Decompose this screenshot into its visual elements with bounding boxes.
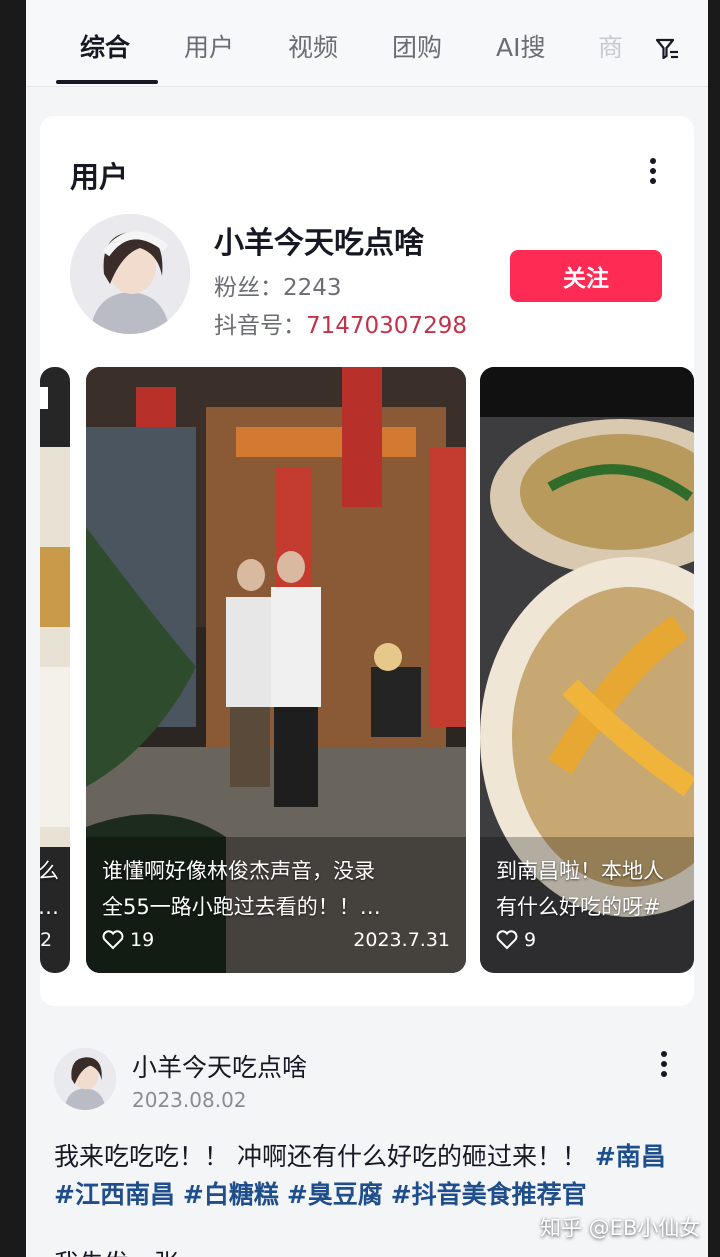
caption-line-2: … xyxy=(40,895,59,919)
more-icon[interactable] xyxy=(648,156,658,186)
caption-line-2: 有什么好吃的呀# xyxy=(496,895,661,919)
video-caption: 么… xyxy=(40,853,59,925)
heart-icon xyxy=(496,930,518,950)
like-count: 19 xyxy=(130,929,155,951)
post-text: 我来吃吃吃！！ 冲啊还有什么好吃的砸过来！！ #南昌 #江西南昌 #白糖糕 #臭… xyxy=(54,1138,694,1214)
heart-icon xyxy=(102,930,124,950)
post-author-avatar[interactable] xyxy=(54,1048,116,1110)
hashtag[interactable]: #白糖糕 xyxy=(183,1180,279,1209)
tab-videos[interactable]: 视频 xyxy=(288,28,338,64)
hashtag[interactable]: #臭豆腐 xyxy=(287,1180,383,1209)
tab-shop[interactable]: 商 xyxy=(598,28,623,64)
username[interactable]: 小羊今天吃点啥 xyxy=(214,218,424,262)
search-results-screen: 综合 用户 视频 团购 AI搜 商 用户 小羊今天吃点啥 粉丝：2243 抖音号… xyxy=(26,0,708,1257)
douyin-id-value: 71470307298 xyxy=(306,313,467,339)
video-caption: 到南昌啦！本地人 有什么好吃的呀# xyxy=(496,853,694,925)
tab-users[interactable]: 用户 xyxy=(184,28,234,64)
follow-button[interactable]: 关注 xyxy=(510,250,662,302)
avatar-photo xyxy=(70,214,190,334)
tab-bar: 综合 用户 视频 团购 AI搜 商 xyxy=(26,0,708,87)
like-count: 2 xyxy=(40,929,53,951)
like-count: 9 xyxy=(524,929,537,951)
tab-group-buy[interactable]: 团购 xyxy=(392,28,442,64)
tab-comprehensive[interactable]: 综合 xyxy=(80,28,130,64)
video-date: 2023.7.31 xyxy=(353,929,450,951)
active-tab-indicator xyxy=(56,80,158,84)
video-card-partial-left[interactable]: 么… 2 xyxy=(40,367,70,973)
caption-line-1: 么 xyxy=(40,859,59,883)
douyin-id-label: 抖音号： xyxy=(214,313,306,339)
post-date: 2023.08.02 xyxy=(132,1088,247,1112)
filter-icon[interactable] xyxy=(654,36,680,62)
avatar-photo xyxy=(54,1048,116,1110)
hashtag[interactable]: #江西南昌 xyxy=(54,1180,175,1209)
section-title: 用户 xyxy=(70,160,129,194)
video-meta: 2 xyxy=(40,929,54,951)
video-caption: 谁懂啊好像林俊杰声音，没录 全55一路小跑过去看的！！… xyxy=(102,853,454,925)
douyin-id: 抖音号：71470307298 xyxy=(214,306,467,340)
caption-line-1: 到南昌啦！本地人 xyxy=(496,859,664,883)
video-meta: 9 xyxy=(496,929,678,951)
video-card[interactable]: 谁懂啊好像林俊杰声音，没录 全55一路小跑过去看的！！… 19 2023.7.31 xyxy=(86,367,466,973)
hashtag[interactable]: #南昌 xyxy=(595,1142,666,1171)
tab-ai-search[interactable]: AI搜 xyxy=(496,28,545,64)
user-result-card: 用户 小羊今天吃点啥 粉丝：2243 抖音号：71470307298 关注 么 … xyxy=(40,116,694,1006)
video-card-partial-right[interactable]: 到南昌啦！本地人 有什么好吃的呀# 9 xyxy=(480,367,694,973)
video-meta: 19 2023.7.31 xyxy=(102,929,450,951)
post-author-name[interactable]: 小羊今天吃点啥 xyxy=(132,1048,307,1084)
more-icon[interactable] xyxy=(660,1050,668,1078)
fans-count: 粉丝：2243 xyxy=(214,275,342,301)
hashtag[interactable]: #抖音美食推荐官 xyxy=(391,1180,587,1209)
user-avatar[interactable] xyxy=(70,214,190,334)
post-body: 我来吃吃吃！！ 冲啊还有什么好吃的砸过来！！ xyxy=(54,1142,587,1171)
caption-line-1: 谁懂啊好像林俊杰声音，没录 xyxy=(102,859,375,883)
caption-line-2: 全55一路小跑过去看的！！… xyxy=(102,895,381,919)
watermark: 知乎 @EB小仙女 xyxy=(540,1216,701,1240)
post-next-line: 我先发一张 xyxy=(54,1244,179,1257)
